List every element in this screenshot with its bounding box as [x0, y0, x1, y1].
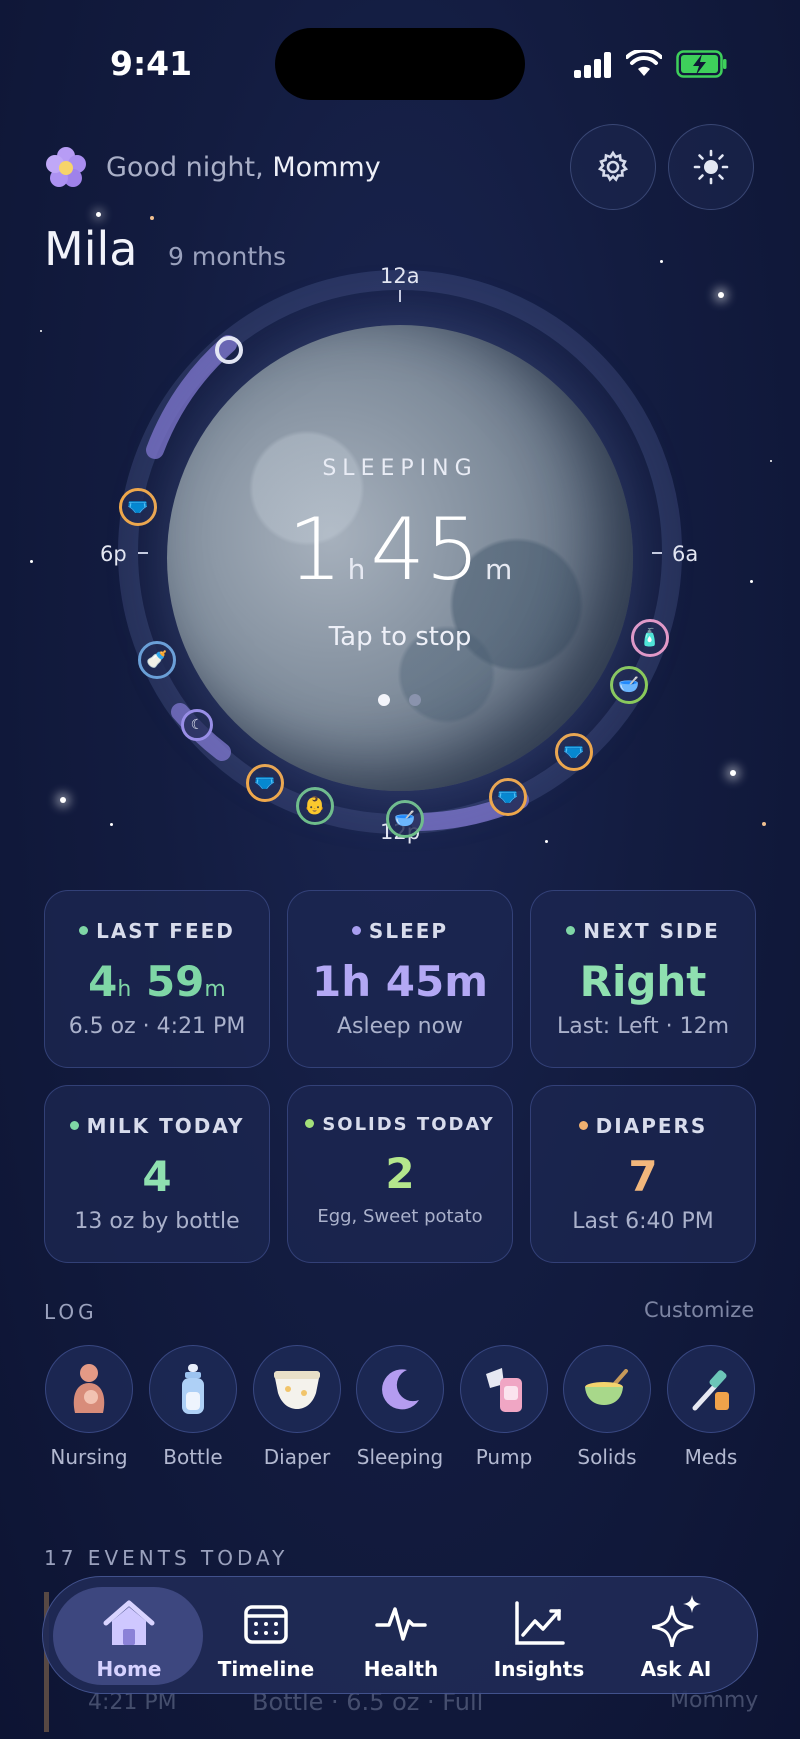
- tap-to-stop-label: Tap to stop: [328, 622, 472, 652]
- feed-minutes-unit: m: [204, 977, 226, 1002]
- diaper-event-marker[interactable]: 🩲: [489, 778, 527, 816]
- diapers-card[interactable]: DIAPERS 7 Last 6:40 PM: [530, 1085, 756, 1263]
- sleep-state-label: SLEEPING: [322, 456, 478, 481]
- log-diaper-button[interactable]: Diaper: [253, 1345, 341, 1469]
- next-side-card[interactable]: NEXT SIDE Right Last: Left · 12m: [530, 890, 756, 1068]
- solids-event-marker[interactable]: 🥣: [610, 666, 648, 704]
- timer-minutes-unit: m: [484, 553, 513, 586]
- dropper-icon: [692, 1370, 729, 1411]
- feed-hours: 4: [88, 957, 118, 1006]
- customize-link[interactable]: Customize: [644, 1298, 754, 1322]
- bottom-nav: Home Timeline Health Insights Ask AI: [42, 1576, 758, 1694]
- timer-hours-unit: h: [347, 553, 366, 586]
- log-bottle-button[interactable]: Bottle: [149, 1345, 237, 1469]
- diaper-icon: [274, 1371, 320, 1409]
- card-subtitle: Last: Left · 12m: [556, 1014, 730, 1039]
- log-label: Sleeping: [356, 1445, 444, 1469]
- card-subtitle: Asleep now: [336, 1014, 464, 1039]
- nav-label: Health: [363, 1657, 439, 1681]
- events-section-title: 17 EVENTS TODAY: [44, 1546, 289, 1570]
- sparkle-icon: [652, 1595, 701, 1647]
- trend-chart-icon: [515, 1601, 565, 1645]
- card-subtitle: Egg, Sweet potato: [317, 1206, 483, 1227]
- log-label: Pump: [475, 1445, 533, 1469]
- solids-today-card[interactable]: SOLIDS TODAY 2 Egg, Sweet potato: [287, 1085, 513, 1263]
- status-dot: [351, 926, 361, 935]
- feed-hours-unit: h: [117, 977, 132, 1002]
- feed-minutes: 59: [145, 957, 205, 1006]
- calendar-icon: [244, 1605, 288, 1644]
- page-dot-active[interactable]: [378, 694, 390, 706]
- log-circle: [356, 1345, 444, 1433]
- nav-timeline[interactable]: Timeline: [196, 1577, 336, 1695]
- nav-insights[interactable]: Insights: [469, 1577, 609, 1695]
- log-section-title: LOG: [44, 1300, 98, 1324]
- log-pump-button[interactable]: Pump: [460, 1345, 548, 1469]
- log-sleeping-button[interactable]: Sleeping: [356, 1345, 444, 1469]
- sleep-card[interactable]: SLEEP 1h 45m Asleep now: [287, 890, 513, 1068]
- log-label: Solids: [577, 1445, 637, 1469]
- nav-label: Timeline: [217, 1657, 315, 1681]
- log-label: Diaper: [263, 1445, 331, 1469]
- diaper-event-marker[interactable]: 🩲: [246, 764, 284, 802]
- nav-label: Insights: [493, 1657, 585, 1681]
- home-icon: [103, 1600, 155, 1645]
- milk-today-card[interactable]: MILK TODAY 4 13 oz by bottle: [44, 1085, 270, 1263]
- bowl-icon: [585, 1369, 628, 1405]
- card-title: DIAPERS: [595, 1114, 708, 1138]
- card-subtitle: 13 oz by bottle: [74, 1209, 240, 1234]
- solids-event-marker[interactable]: 🥣: [386, 800, 424, 838]
- last-feed-card[interactable]: LAST FEED 4h 59m 6.5 oz · 4:21 PM: [44, 890, 270, 1068]
- card-title: NEXT SIDE: [583, 919, 720, 943]
- page-dot[interactable]: [409, 694, 421, 706]
- card-title: SOLIDS TODAY: [322, 1114, 495, 1135]
- moon-icon: [382, 1369, 419, 1410]
- log-circle: [149, 1345, 237, 1433]
- log-circle: [45, 1345, 133, 1433]
- nursing-event-marker[interactable]: 👶: [296, 787, 334, 825]
- diaper-event-marker[interactable]: 🩲: [555, 733, 593, 771]
- nav-ask-ai[interactable]: Ask AI: [606, 1577, 746, 1695]
- nav-health[interactable]: Health: [331, 1577, 471, 1695]
- log-circle: [253, 1345, 341, 1433]
- nav-label: Ask AI: [640, 1657, 712, 1681]
- log-nursing-button[interactable]: Nursing: [45, 1345, 133, 1469]
- card-title: LAST FEED: [96, 919, 235, 943]
- pulse-icon: [375, 1607, 427, 1641]
- sleep-event-marker[interactable]: ☾: [181, 709, 213, 741]
- timer-hours: 1: [287, 500, 343, 600]
- log-meds-button[interactable]: Meds: [667, 1345, 755, 1469]
- sleep-timer: 1 h 45 m: [0, 500, 800, 600]
- nav-home[interactable]: Home: [59, 1577, 199, 1695]
- card-subtitle: 6.5 oz · 4:21 PM: [68, 1014, 246, 1039]
- nursing-icon: [73, 1364, 105, 1413]
- bottle-icon: [182, 1364, 204, 1414]
- card-value: Right: [579, 957, 707, 1006]
- clock-label-top: 12a: [380, 264, 420, 288]
- log-label: Bottle: [163, 1445, 223, 1469]
- card-value: 7: [628, 1152, 658, 1201]
- log-label: Nursing: [50, 1445, 128, 1469]
- card-value: 2: [385, 1149, 415, 1198]
- nav-label: Home: [96, 1657, 162, 1681]
- status-dot: [69, 1121, 79, 1130]
- log-circle: [460, 1345, 548, 1433]
- timer-minutes: 45: [370, 500, 480, 600]
- status-dot: [79, 926, 89, 935]
- status-dot: [566, 926, 576, 935]
- log-label: Meds: [684, 1445, 738, 1469]
- log-circle: [667, 1345, 755, 1433]
- card-title: MILK TODAY: [86, 1114, 245, 1138]
- card-title: SLEEP: [368, 919, 449, 943]
- card-value: 1h 45m: [312, 957, 488, 1006]
- card-value: 4: [142, 1152, 172, 1201]
- card-subtitle: Last 6:40 PM: [572, 1209, 714, 1234]
- card-value: 4h 59m: [45, 957, 269, 1006]
- log-circle: [563, 1345, 651, 1433]
- log-solids-button[interactable]: Solids: [563, 1345, 651, 1469]
- status-dot: [305, 1118, 315, 1128]
- pump-icon: [486, 1368, 522, 1412]
- status-dot: [578, 1121, 588, 1130]
